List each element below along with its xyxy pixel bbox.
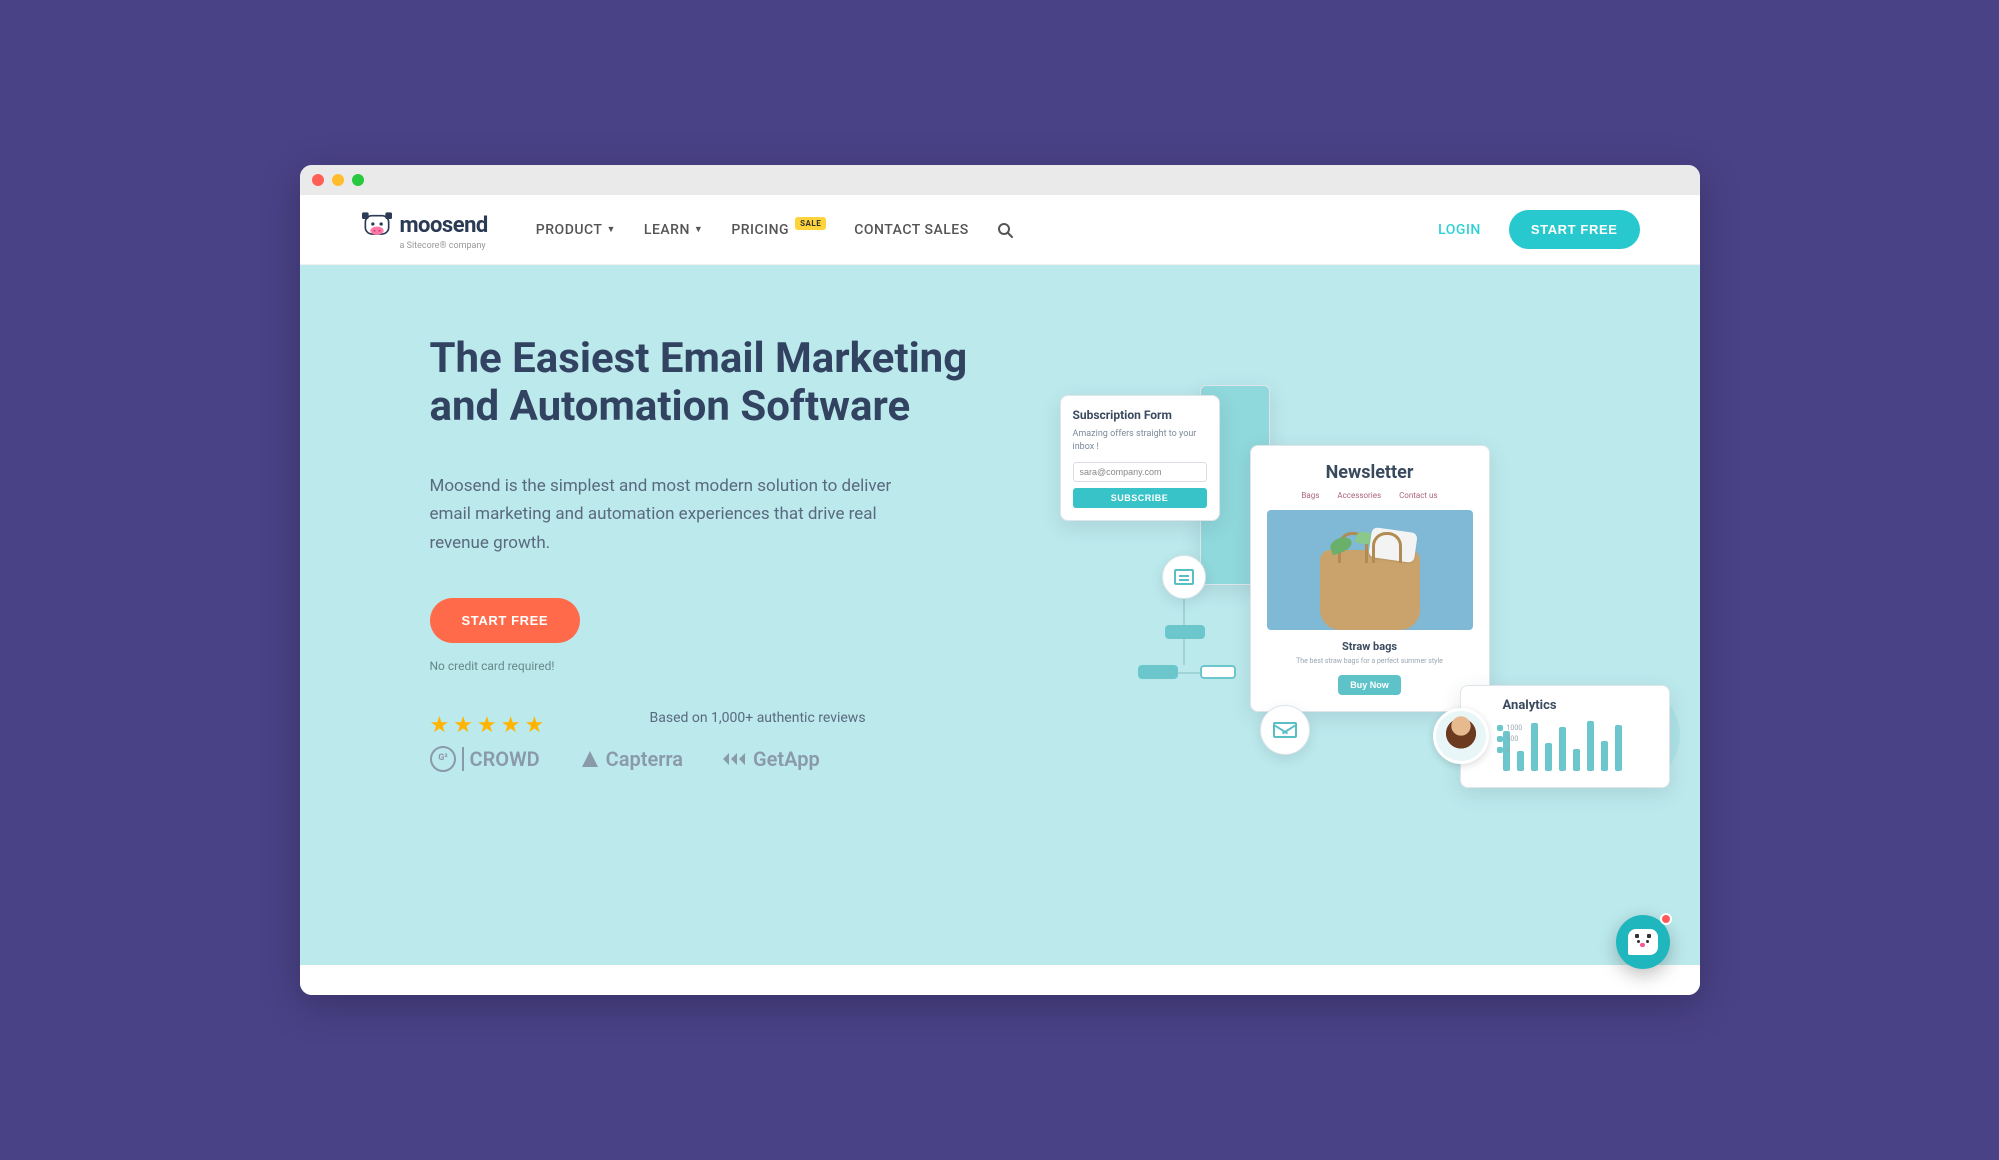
analytics-legend: 1000 500 0 [1497,724,1523,754]
search-icon[interactable] [997,222,1013,238]
hero-subtitle: Moosend is the simplest and most modern … [430,472,930,559]
newsletter-image [1267,510,1473,630]
chevron-down-icon: ▼ [606,224,615,235]
flow-chip [1165,625,1205,639]
bar [1545,743,1552,771]
nav-product-label: PRODUCT [536,222,603,238]
newsletter-tab-bags[interactable]: Bags [1301,491,1319,500]
reviews-text: Based on 1,000+ authentic reviews [650,710,970,726]
newsletter-tab-accessories[interactable]: Accessories [1337,491,1381,500]
bar [1615,725,1622,771]
svg-text:G²: G² [438,753,448,763]
envelope-icon [1260,705,1310,755]
star-icon: ★ [453,713,473,738]
start-free-button-header[interactable]: START FREE [1509,210,1640,249]
capterra-logo: Capterra [580,747,683,771]
hero-content: The Easiest Email Marketing and Automati… [430,335,970,925]
sub-form-desc: Amazing offers straight to your inbox ! [1073,428,1207,453]
straw-bag-image [1320,550,1420,630]
user-avatar [1433,708,1489,764]
subscription-form-card: Subscription Form Amazing offers straigh… [1060,395,1220,521]
newsletter-buy-button[interactable]: Buy Now [1338,675,1401,695]
sub-form-title: Subscription Form [1073,408,1207,422]
hero-title: The Easiest Email Marketing and Automati… [430,335,970,432]
getapp-logo: GetApp [723,747,820,771]
hero-illustration: Subscription Form Amazing offers straigh… [1080,385,1640,865]
nav-pricing[interactable]: PRICING SALE [731,222,826,238]
analytics-bars [1503,721,1657,771]
main-nav: PRODUCT ▼ LEARN ▼ PRICING SALE CONTACT S… [536,222,1013,238]
chat-cow-icon [1628,929,1658,955]
logo[interactable]: moosend a Sitecore® company [360,209,488,251]
getapp-text: GetApp [753,747,820,771]
newsletter-card: Newsletter Bags Accessories Contact us S… [1250,445,1490,712]
sub-form-email-input[interactable] [1073,462,1207,482]
window-close-dot[interactable] [312,174,324,186]
cow-logo-icon [360,209,394,243]
newsletter-title: Newsletter [1267,462,1473,483]
legend-item: 500 [1497,735,1523,743]
newsletter-product-title: Straw bags [1267,640,1473,653]
g2-crowd-logo: G² CROWD [430,746,540,772]
browser-titlebar [300,165,1700,195]
star-icon: ★ [524,713,544,738]
sub-form-subscribe-button[interactable]: SUBSCRIBE [1073,488,1207,508]
legend-item: 1000 [1497,724,1523,732]
chat-widget-button[interactable] [1616,915,1670,969]
g2-crowd-text: CROWD [462,747,540,771]
flow-chip [1200,665,1236,679]
newsletter-tabs: Bags Accessories Contact us [1267,491,1473,500]
star-icon: ★ [430,713,450,738]
bar [1517,751,1524,771]
bar [1587,721,1594,771]
hero-section: The Easiest Email Marketing and Automati… [300,265,1700,965]
bar [1573,749,1580,771]
flow-chip [1138,665,1178,679]
chevron-down-icon: ▼ [694,224,703,235]
logo-text: moosend [400,213,488,238]
nav-contact-label: CONTACT SALES [854,222,968,238]
bar [1531,723,1538,771]
no-credit-card-note: No credit card required! [430,659,970,673]
star-icon: ★ [501,713,521,738]
analytics-card: 1000 500 0 Analytics [1460,685,1670,788]
nav-product[interactable]: PRODUCT ▼ [536,222,616,238]
analytics-title: Analytics [1503,698,1657,713]
window-max-dot[interactable] [352,174,364,186]
bar [1601,741,1608,771]
logo-tagline: a Sitecore® company [400,241,488,251]
login-link[interactable]: LOGIN [1438,222,1481,238]
nav-learn[interactable]: LEARN ▼ [644,222,703,238]
form-icon [1162,555,1206,599]
chat-notification-badge [1660,913,1672,925]
newsletter-tab-contact[interactable]: Contact us [1399,491,1437,500]
start-free-button-hero[interactable]: START FREE [430,598,581,643]
site-header: moosend a Sitecore® company PRODUCT ▼ LE… [300,195,1700,265]
nav-contact-sales[interactable]: CONTACT SALES [854,222,968,238]
nav-learn-label: LEARN [644,222,690,238]
star-icon: ★ [477,713,497,738]
newsletter-product-desc: The best straw bags for a perfect summer… [1267,657,1473,665]
footer-whitespace [300,965,1700,995]
sale-badge: SALE [795,217,826,230]
nav-pricing-label: PRICING [731,222,789,238]
review-platform-logos: G² CROWD Capterra GetApp [430,746,970,772]
legend-item: 0 [1497,746,1523,754]
browser-window: moosend a Sitecore® company PRODUCT ▼ LE… [300,165,1700,995]
bar [1559,727,1566,771]
capterra-text: Capterra [606,747,683,771]
window-min-dot[interactable] [332,174,344,186]
